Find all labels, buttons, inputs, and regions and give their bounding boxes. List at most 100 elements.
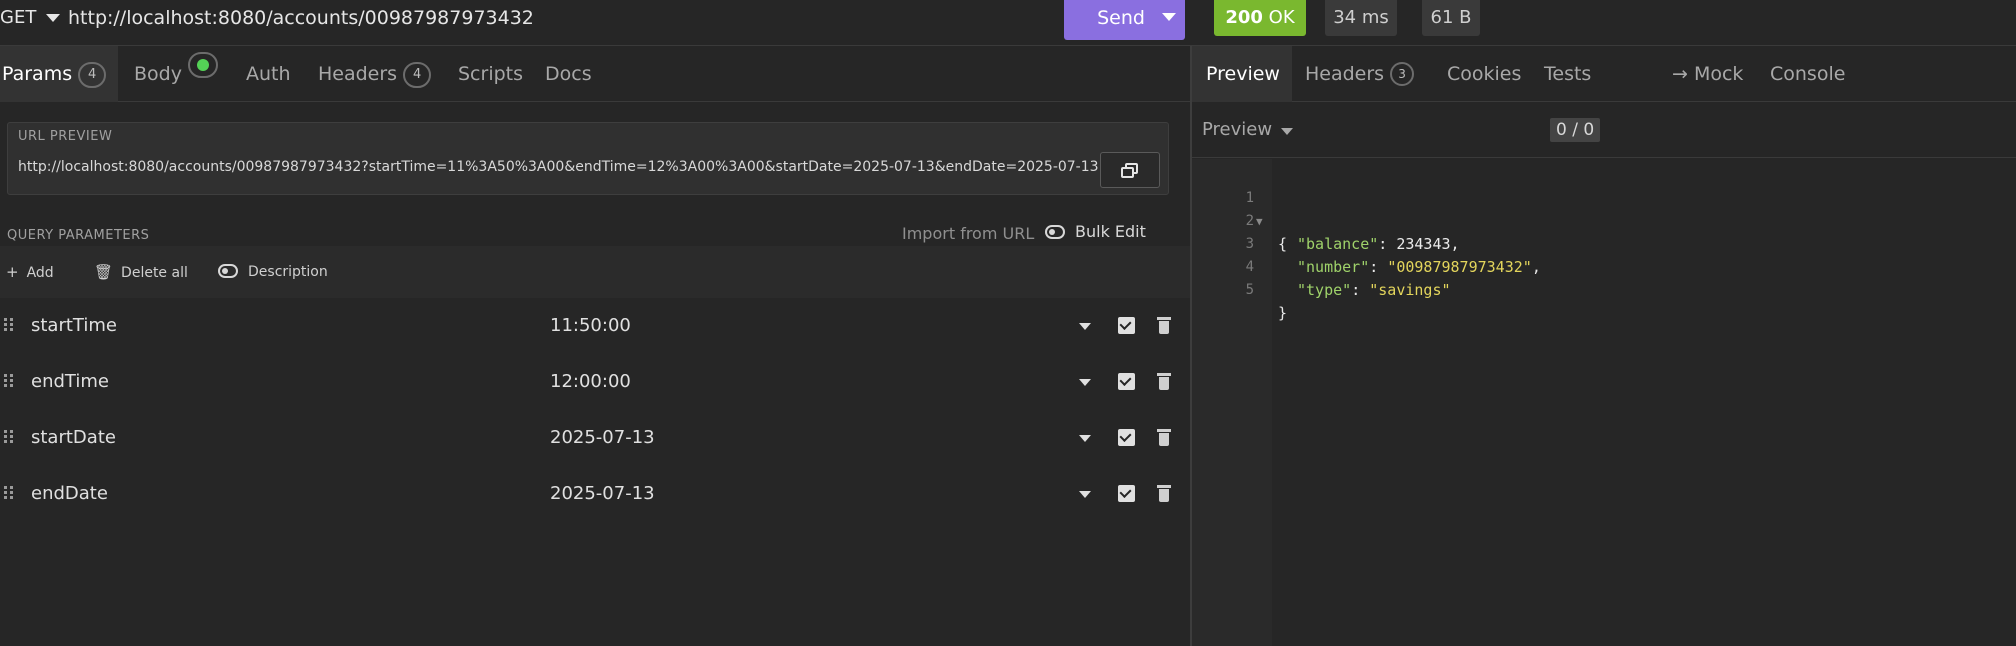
code-text: "type": "savings" [1297, 281, 1451, 299]
tab-console[interactable]: Console [1770, 46, 1846, 102]
description-label: Description [248, 264, 328, 280]
delete-all-label: Delete all [121, 265, 188, 281]
param-value-input[interactable]: 2025-07-13 [550, 466, 655, 522]
add-param-label: Add [26, 265, 54, 281]
param-name-input[interactable]: startTime [31, 298, 117, 354]
tab-response-headers[interactable]: Headers 3 [1305, 46, 1415, 102]
line-number: 5 [1245, 282, 1254, 298]
url-preview-value: http://localhost:8080/accounts/009879879… [18, 159, 1099, 175]
toggle-icon [1045, 225, 1065, 239]
tab-cookies[interactable]: Cookies [1447, 46, 1521, 102]
tab-headers[interactable]: Headers 4 [318, 46, 440, 102]
enable-checkbox[interactable] [1118, 429, 1135, 446]
tab-preview[interactable]: Preview [1192, 46, 1292, 102]
add-param-button[interactable]: + Add [6, 246, 54, 298]
toggle-icon [218, 264, 238, 278]
param-value-input[interactable]: 12:00:00 [550, 354, 631, 410]
param-actions-bar: + Add 🗑 Delete all Description [0, 246, 1190, 298]
request-tabs: Params 4 Body Auth Headers 4 Scripts Docs [0, 46, 1190, 102]
drag-handle-icon[interactable] [4, 374, 14, 388]
chevron-down-icon[interactable] [1281, 128, 1293, 135]
tab-preview-label: Preview [1206, 63, 1280, 85]
tab-docs[interactable]: Docs [545, 46, 595, 102]
drag-handle-icon[interactable] [4, 318, 14, 332]
tab-params-label: Params [2, 63, 73, 85]
drag-handle-icon[interactable] [4, 430, 14, 444]
bulk-edit-label: Bulk Edit [1075, 222, 1146, 241]
tab-params[interactable]: Params 4 [0, 46, 118, 102]
code-line: 1 ▼ { [1192, 164, 2016, 253]
param-row: startDate 2025-07-13 [0, 410, 1190, 466]
preview-mode-dropdown[interactable]: Preview [1202, 102, 1272, 158]
tab-docs-label: Docs [545, 63, 592, 85]
param-row: endTime 12:00:00 [0, 354, 1190, 410]
method-selector[interactable]: GET [0, 0, 36, 36]
param-value-input[interactable]: 2025-07-13 [550, 410, 655, 466]
tab-body-label: Body [134, 63, 182, 85]
param-row: endDate 2025-07-13 [0, 466, 1190, 522]
tab-mock[interactable]: → Mock [1672, 46, 1744, 102]
param-name-input[interactable]: endDate [31, 466, 108, 522]
response-headers-count-badge: 3 [1390, 62, 1415, 86]
response-size-badge: 61 B [1422, 0, 1480, 36]
code-line: 5 } [1192, 256, 2016, 322]
status-code: 200 [1225, 7, 1263, 28]
chevron-down-icon[interactable] [1079, 435, 1091, 442]
tab-tests-label: Tests [1544, 63, 1592, 85]
request-bar: GET http://localhost:8080/accounts/00987… [0, 0, 2016, 46]
status-badge: 200 OK [1214, 0, 1306, 36]
plus-icon: + [6, 263, 19, 281]
request-pane: Params 4 Body Auth Headers 4 Scripts Docs … [0, 46, 1190, 646]
copy-url-button[interactable] [1100, 152, 1160, 188]
drag-handle-icon[interactable] [4, 486, 14, 500]
response-tabs: Preview Headers 3 Cookies Tests0 / 0 → Mo… [1192, 46, 2016, 142]
send-button-label: Send [1097, 7, 1145, 29]
tab-auth-label: Auth [246, 63, 291, 85]
tab-scripts-label: Scripts [458, 63, 524, 85]
url-preview: URL PREVIEW http://localhost:8080/accoun… [7, 122, 1169, 195]
code-line: 2 "balance": 234343, [1192, 187, 2016, 253]
delete-param-trash-icon[interactable] [1157, 484, 1171, 503]
url-input[interactable]: http://localhost:8080/accounts/009879879… [68, 0, 534, 36]
enable-checkbox[interactable] [1118, 373, 1135, 390]
tab-tests[interactable]: Tests0 / 0 [1544, 46, 1644, 142]
body-status-dot-icon [187, 52, 218, 78]
param-value-input[interactable]: 11:50:00 [550, 298, 631, 354]
query-parameters-heading: QUERY PARAMETERS [7, 228, 150, 243]
tab-response-headers-label: Headers [1305, 63, 1385, 85]
bulk-edit-toggle[interactable]: Bulk Edit [1045, 222, 1146, 244]
enable-checkbox[interactable] [1118, 485, 1135, 502]
send-button[interactable]: Send [1064, 0, 1185, 40]
code-line: 3 "number": "00987987973432", [1192, 210, 2016, 276]
send-options-chevron-icon[interactable] [1162, 13, 1176, 21]
tab-mock-label: → Mock [1672, 63, 1744, 85]
chevron-down-icon[interactable] [1079, 491, 1091, 498]
param-row: startTime 11:50:00 [0, 298, 1190, 354]
delete-param-trash-icon[interactable] [1157, 316, 1171, 335]
param-name-input[interactable]: startDate [31, 410, 116, 466]
chevron-down-icon[interactable] [46, 14, 60, 22]
status-text: OK [1268, 7, 1295, 28]
param-name-input[interactable]: endTime [31, 354, 109, 410]
delete-all-button[interactable]: 🗑 Delete all [94, 246, 188, 298]
tab-console-label: Console [1770, 63, 1846, 85]
response-pane: Preview Headers 3 Cookies Tests0 / 0 → Mo… [1192, 46, 2016, 646]
delete-param-trash-icon[interactable] [1157, 372, 1171, 391]
delete-param-trash-icon[interactable] [1157, 428, 1171, 447]
params-count-badge: 4 [78, 62, 107, 88]
chevron-down-icon[interactable] [1079, 379, 1091, 386]
code-line: 4 "type": "savings" [1192, 233, 2016, 299]
response-time-badge: 34 ms [1325, 0, 1397, 36]
description-toggle[interactable]: Description [218, 246, 328, 298]
tab-cookies-label: Cookies [1447, 63, 1522, 85]
preview-mode-bar: Preview [1192, 102, 2016, 158]
tab-auth[interactable]: Auth [246, 46, 296, 102]
tab-headers-label: Headers [318, 63, 398, 85]
code-text: } [1278, 304, 1288, 322]
tab-scripts[interactable]: Scripts [458, 46, 524, 102]
chevron-down-icon[interactable] [1079, 323, 1091, 330]
tab-body[interactable]: Body [134, 46, 240, 102]
enable-checkbox[interactable] [1118, 317, 1135, 334]
import-from-url-button[interactable]: Import from URL [902, 224, 1034, 243]
url-preview-title: URL PREVIEW [18, 129, 113, 144]
